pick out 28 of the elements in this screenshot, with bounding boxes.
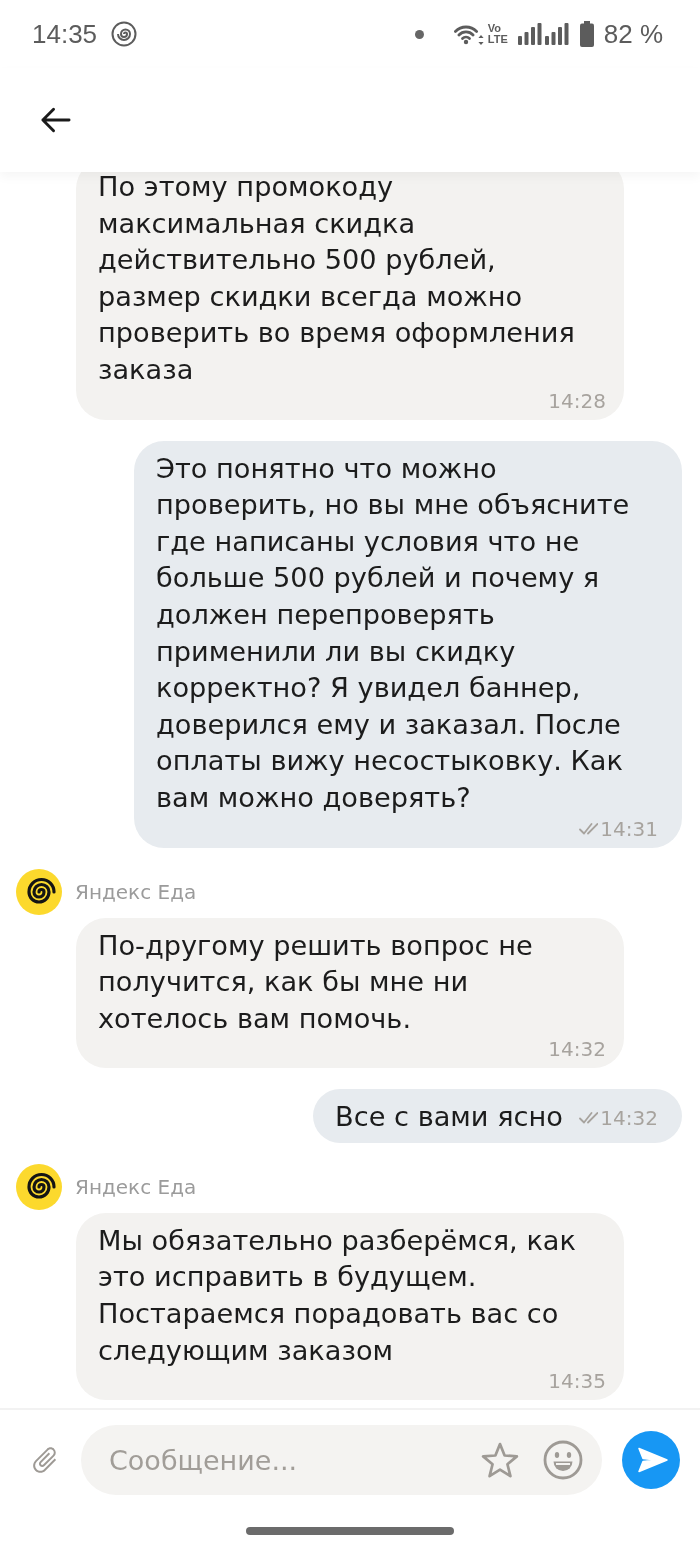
network-label: Vo LTE [487, 23, 508, 45]
message-text: Это понятно что можно проверить, но вы мне объясните где написаны условия что не больше 500 рублей и почему я должен перепроверять применили ли вы скидку корректно? Я увидел баннер, доверился ему и заказал. После оплаты вижу несостыковку. Как вам можно доверять? [156, 451, 631, 815]
message-text: Мы обязательно разберёмся, как это исправить в будущем. Постараемся порадовать вас со следующим заказом [98, 1223, 577, 1368]
signal-icon [544, 23, 569, 45]
message-time: 14:32 [548, 1037, 606, 1062]
message-text: Все с вами ясно [335, 1100, 563, 1135]
battery-percent: 82 % [603, 18, 663, 50]
message-time: 14:28 [548, 388, 606, 413]
avatar-icon [16, 1163, 62, 1210]
send-button[interactable] [622, 1431, 680, 1489]
message-time: 14:35 [548, 1369, 606, 1394]
message-text: По-другому решить вопрос не получится, как бы мне ни хотелось вам помочь. [98, 928, 534, 1036]
signal-icon [517, 23, 542, 45]
back-arrow-icon[interactable] [39, 106, 71, 134]
spiral-icon [111, 21, 138, 47]
message-field[interactable]: Сообщение... [81, 1425, 602, 1495]
message-time: 14:32 [600, 1105, 658, 1130]
emoji-icon[interactable] [543, 1440, 583, 1480]
battery-icon [579, 21, 594, 47]
status-time: 14:35 [32, 18, 98, 50]
message-time: 14:31 [600, 816, 658, 841]
notification-dot-icon [414, 29, 424, 39]
sender-name: Яндекс Еда [75, 1174, 197, 1199]
star-icon[interactable] [481, 1442, 519, 1478]
avatar-icon [16, 868, 62, 915]
sender-name: Яндекс Еда [75, 879, 197, 904]
message-text: По этому промокоду максимальная скидка действительно 500 рублей, размер скидки всегда можно проверить во время оформления заказа [98, 172, 576, 387]
send-icon [637, 1447, 668, 1473]
